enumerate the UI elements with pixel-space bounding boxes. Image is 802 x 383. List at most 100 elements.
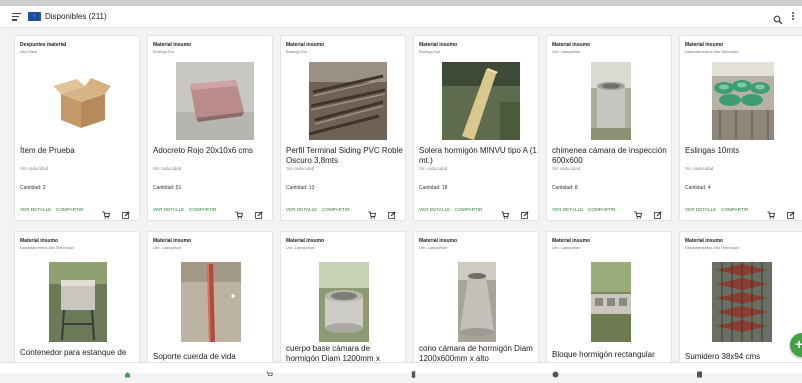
expiry-text: Sin caducidad — [20, 166, 49, 171]
product-card[interactable]: Material insumo Urb. Llanquihue Bloque h… — [546, 231, 672, 371]
edit-icon[interactable] — [521, 206, 529, 219]
product-image — [176, 62, 254, 140]
edit-icon[interactable] — [388, 206, 396, 219]
cart-icon[interactable] — [634, 206, 643, 219]
cart-icon[interactable] — [266, 365, 273, 376]
product-name: Bloque hormigón rectangular — [552, 350, 655, 359]
share-link[interactable]: COMPARTIR — [455, 207, 483, 212]
product-card[interactable]: Material insumo Urb. Llanquihue Soporte … — [147, 231, 273, 371]
product-image — [49, 262, 107, 342]
product-name: Soporte cuerda de vida — [153, 352, 236, 361]
product-name: cono cámara de hormigón Diam 1200x600mm … — [419, 344, 533, 363]
quantity-text: Cantidad: 18 — [419, 185, 448, 191]
product-card[interactable]: Material insumo Departamentos Alto Relon… — [679, 231, 802, 371]
more-vert-icon[interactable] — [790, 12, 796, 22]
view-detail-link[interactable]: VER DETALLE — [685, 207, 716, 212]
product-image — [309, 62, 387, 140]
product-image — [319, 262, 369, 342]
product-card[interactable]: Material insumo Urb. Llanquihue chimenea… — [546, 35, 672, 221]
product-card[interactable]: Material insumo Urb. Llanquihue cuerpo b… — [280, 231, 406, 371]
check-circle-icon[interactable] — [552, 365, 559, 378]
app-bar: ▪ Disponibles (211) — [0, 6, 802, 28]
menu-icon[interactable] — [12, 13, 21, 21]
card-location: Urb. Llanquihue — [153, 244, 182, 250]
quantity-text: Cantidad: 51 — [153, 185, 182, 191]
card-location: Departamentos Alto Reloncaví — [685, 48, 740, 54]
view-detail-link[interactable]: VER DETALLE — [552, 207, 583, 212]
card-actions: VER DETALLE COMPARTIR — [286, 206, 404, 219]
cart-icon[interactable] — [501, 206, 510, 219]
share-link[interactable]: COMPARTIR — [322, 207, 350, 212]
product-name: Solera hormigón MINVU tipo A (1 mt.) — [419, 146, 537, 165]
product-card[interactable]: Material insumo Departamentos Alto Relon… — [14, 231, 140, 371]
plus-icon: + — [795, 336, 802, 352]
edit-icon[interactable] — [255, 206, 263, 219]
card-location: Bodega Sur — [153, 48, 175, 54]
product-image — [712, 62, 774, 140]
quantity-text: Cantidad: 2 — [20, 185, 46, 191]
card-category: Material insumo — [685, 42, 724, 48]
product-name: Sumidero 38x94 cms — [685, 352, 761, 361]
product-image — [458, 262, 496, 342]
product-card[interactable]: Material insumo Bodega Sur Solera hormig… — [413, 35, 539, 221]
bottom-navigation — [0, 362, 802, 378]
card-actions: VER DETALLE COMPARTIR — [419, 206, 537, 219]
product-card[interactable]: Material insumo Bodega Sur Perfil Termin… — [280, 35, 406, 221]
share-link[interactable]: COMPARTIR — [56, 207, 84, 212]
expiry-text: Sin caducidad — [286, 166, 315, 171]
card-actions: VER DETALLE COMPARTIR — [153, 206, 271, 219]
product-image — [181, 262, 241, 342]
card-location: Urb. Llanquihue — [552, 244, 581, 250]
card-category: Material insumo — [286, 238, 325, 244]
card-location: Bodega Sur — [419, 48, 441, 54]
cart-icon[interactable] — [235, 206, 244, 219]
product-image — [43, 62, 121, 140]
product-card[interactable]: Material insumo Urb. Llanquihue cono cám… — [413, 231, 539, 371]
home-icon[interactable] — [124, 365, 131, 378]
card-category: Material insumo — [419, 238, 458, 244]
product-image — [591, 262, 631, 342]
cart-icon[interactable] — [102, 206, 111, 219]
card-actions: VER DETALLE COMPARTIR — [685, 206, 802, 219]
share-link[interactable]: COMPARTIR — [189, 207, 217, 212]
share-link[interactable]: COMPARTIR — [588, 207, 616, 212]
quantity-text: Cantidad: 4 — [685, 185, 711, 191]
card-actions: VER DETALLE COMPARTIR — [552, 206, 670, 219]
product-name: Contenedor para estanque de — [20, 348, 127, 357]
card-category: Material insumo — [552, 238, 591, 244]
share-link[interactable]: COMPARTIR — [721, 207, 749, 212]
product-image — [442, 62, 520, 140]
product-grid: Despuntes material Alta Vista Ítem de Pr… — [0, 28, 802, 371]
product-card[interactable]: Material insumo Bodega Sur Adocreto Rojo… — [147, 35, 273, 221]
edit-icon[interactable] — [787, 206, 795, 219]
card-category: Material insumo — [685, 238, 724, 244]
view-detail-link[interactable]: VER DETALLE — [419, 207, 450, 212]
view-detail-link[interactable]: VER DETALLE — [153, 207, 184, 212]
quantity-text: Cantidad: 13 — [286, 185, 315, 191]
search-icon[interactable] — [773, 12, 783, 25]
card-category: Material insumo — [286, 42, 325, 48]
product-image — [712, 262, 772, 342]
card-location: Bodega Sur — [286, 48, 308, 54]
product-card[interactable]: Material insumo Departamentos Alto Relon… — [679, 35, 802, 221]
edit-icon[interactable] — [654, 206, 662, 219]
card-location: Departamentos Alto Reloncaví — [685, 244, 740, 250]
product-name: Adocreto Rojo 20x10x6 cms — [153, 146, 254, 155]
card-location: Urb. Llanquihue — [552, 48, 581, 54]
product-card[interactable]: Despuntes material Alta Vista Ítem de Pr… — [14, 35, 140, 221]
quantity-text: Cantidad: 8 — [552, 185, 578, 191]
product-name: Ítem de Prueba — [20, 146, 75, 155]
card-category: Despuntes material — [20, 42, 67, 48]
phone-icon[interactable] — [410, 365, 417, 378]
list-icon[interactable] — [696, 365, 703, 378]
card-location: Departamentos Alto Reloncaví — [20, 244, 75, 250]
product-image — [591, 62, 631, 140]
card-category: Material insumo — [552, 42, 591, 48]
view-detail-link[interactable]: VER DETALLE — [20, 207, 51, 212]
card-location: Urb. Llanquihue — [286, 244, 315, 250]
cart-icon[interactable] — [368, 206, 377, 219]
cart-icon[interactable] — [767, 206, 776, 219]
edit-icon[interactable] — [122, 206, 130, 219]
view-detail-link[interactable]: VER DETALLE — [286, 207, 317, 212]
card-category: Material insumo — [153, 42, 192, 48]
